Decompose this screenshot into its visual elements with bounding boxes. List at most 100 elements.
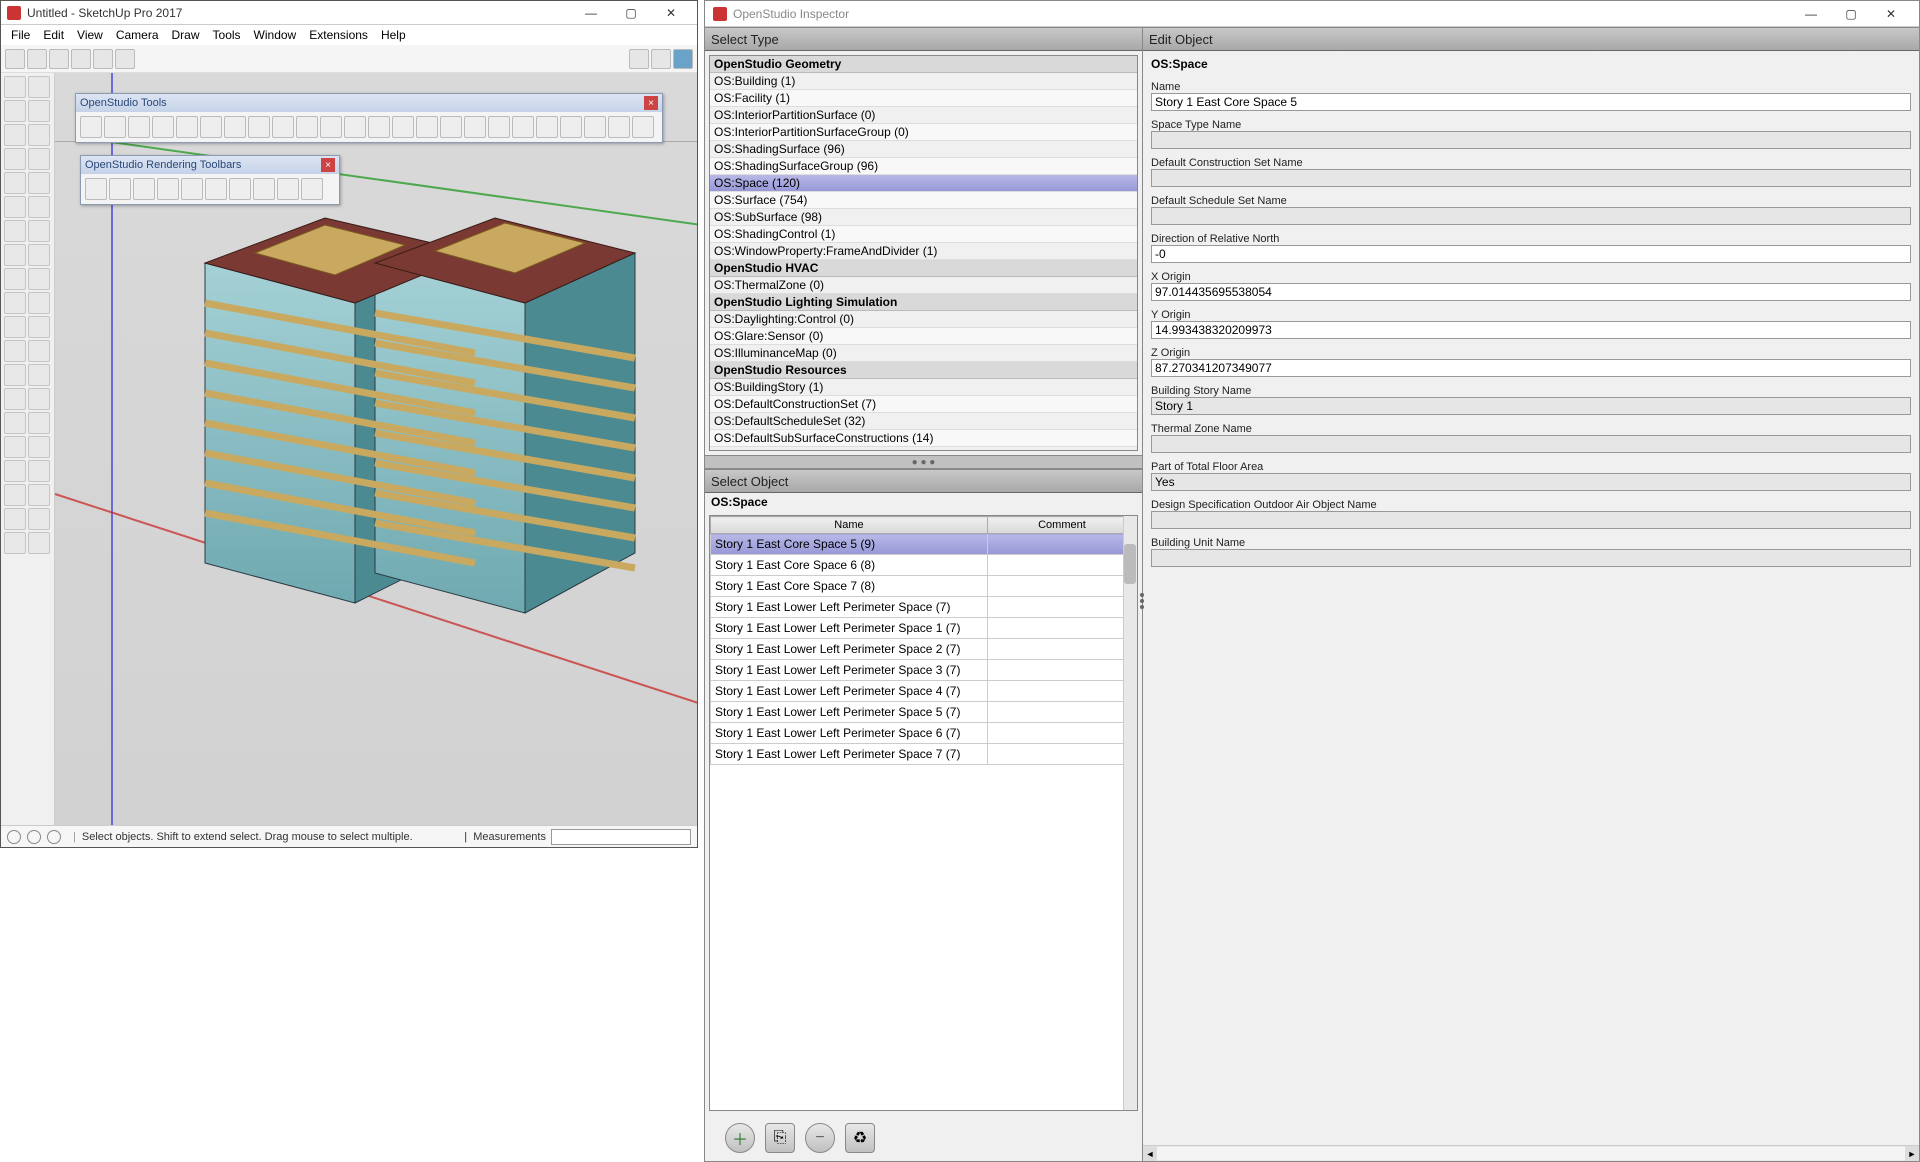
field-input[interactable] [1151,245,1911,263]
table-row[interactable]: Story 1 East Core Space 7 (8) [711,576,1137,597]
field-input[interactable] [1151,473,1911,491]
tool-button[interactable] [4,148,26,170]
tool-button[interactable] [4,292,26,314]
tool-button[interactable] [28,508,50,530]
os-tool-icon[interactable] [392,116,414,138]
os-tool-icon[interactable] [536,116,558,138]
table-row[interactable]: Story 1 East Lower Left Perimeter Space … [711,681,1137,702]
os-render-icon[interactable] [253,178,275,200]
type-item[interactable]: OS:Facility (1) [710,90,1137,107]
os-tool-icon[interactable] [152,116,174,138]
os-render-icon[interactable] [229,178,251,200]
type-item[interactable]: OS:ShadingSurfaceGroup (96) [710,158,1137,175]
os-render-icon[interactable] [181,178,203,200]
col-name[interactable]: Name [711,517,988,534]
tool-button[interactable] [4,124,26,146]
measurements-input[interactable] [551,829,691,845]
os-tool-icon[interactable] [512,116,534,138]
type-item[interactable]: OS:IlluminanceMap (0) [710,345,1137,362]
tool-button[interactable] [28,292,50,314]
close-icon[interactable]: × [644,96,658,110]
maximize-button[interactable]: ▢ [1831,2,1871,26]
type-item[interactable]: OS:DefaultScheduleSet (32) [710,413,1137,430]
type-item[interactable]: OS:DefaultSurfaceConstructions (21) [710,447,1137,451]
minimize-button[interactable]: — [1791,2,1831,26]
os-tool-icon[interactable] [464,116,486,138]
horizontal-scrollbar[interactable]: ◄► [1143,1145,1919,1161]
type-item[interactable]: OS:InteriorPartitionSurfaceGroup (0) [710,124,1137,141]
tool-button[interactable] [28,172,50,194]
type-item[interactable]: OS:DefaultSubSurfaceConstructions (14) [710,430,1137,447]
os-tool-icon[interactable] [584,116,606,138]
tool-button[interactable] [28,244,50,266]
field-input[interactable] [1151,131,1911,149]
scrollbar[interactable] [1123,516,1137,1110]
add-object-button[interactable]: ＋ [725,1123,755,1153]
tool-button[interactable] [4,388,26,410]
field-input[interactable] [1151,169,1911,187]
field-input[interactable] [1151,359,1911,377]
os-render-icon[interactable] [301,178,323,200]
field-input[interactable] [1151,207,1911,225]
os-render-icon[interactable] [109,178,131,200]
viewport[interactable]: OpenStudio Tools× OpenStudio Rendering T… [55,73,697,825]
os-tool-icon[interactable] [224,116,246,138]
table-row[interactable]: Story 1 East Lower Left Perimeter Space … [711,723,1137,744]
close-button[interactable]: ✕ [1871,2,1911,26]
menu-help[interactable]: Help [375,26,412,44]
openstudio-tools-panel[interactable]: OpenStudio Tools× [75,93,663,143]
close-icon[interactable]: × [321,158,335,172]
tool-button[interactable] [28,316,50,338]
tool-button[interactable] [28,268,50,290]
os-tool-icon[interactable] [176,116,198,138]
table-row[interactable]: Story 1 East Lower Left Perimeter Space … [711,702,1137,723]
tool-button[interactable] [4,412,26,434]
tool-button[interactable] [28,364,50,386]
table-row[interactable]: Story 1 East Lower Left Perimeter Space … [711,744,1137,765]
user-icon[interactable] [47,830,61,844]
type-item[interactable]: OS:ShadingControl (1) [710,226,1137,243]
tool-button[interactable] [4,172,26,194]
copy-object-button[interactable]: ⎘ [765,1123,795,1153]
type-item[interactable]: OS:Glare:Sensor (0) [710,328,1137,345]
tool-button[interactable] [28,532,50,554]
menu-file[interactable]: File [5,26,36,44]
os-render-icon[interactable] [157,178,179,200]
help-icon[interactable] [7,830,21,844]
tool-button[interactable] [4,508,26,530]
tb-globe-icon[interactable] [673,49,693,69]
tool-button[interactable] [4,76,26,98]
field-input[interactable] [1151,511,1911,529]
type-item[interactable]: OS:ShadingSurface (96) [710,141,1137,158]
tool-button[interactable] [28,412,50,434]
tb-back-icon[interactable] [93,49,113,69]
os-tool-icon[interactable] [632,116,654,138]
object-table[interactable]: Name Comment Story 1 East Core Space 5 (… [709,515,1138,1111]
type-item[interactable]: OS:Building (1) [710,73,1137,90]
tool-button[interactable] [4,196,26,218]
os-tool-icon[interactable] [272,116,294,138]
field-input[interactable] [1151,435,1911,453]
table-row[interactable]: Story 1 East Lower Left Perimeter Space … [711,660,1137,681]
os-tool-icon[interactable] [80,116,102,138]
menu-tools[interactable]: Tools [207,26,247,44]
os-tool-icon[interactable] [200,116,222,138]
os-tool-icon[interactable] [128,116,150,138]
table-row[interactable]: Story 1 East Lower Left Perimeter Space … [711,639,1137,660]
os-tool-icon[interactable] [104,116,126,138]
os-tool-icon[interactable] [296,116,318,138]
os-tool-icon[interactable] [488,116,510,138]
tb-front-icon[interactable] [71,49,91,69]
type-list[interactable]: OpenStudio GeometryOS:Building (1)OS:Fac… [709,55,1138,451]
type-item[interactable]: OS:SubSurface (98) [710,209,1137,226]
menu-camera[interactable]: Camera [110,26,165,44]
os-tool-icon[interactable] [440,116,462,138]
table-row[interactable]: Story 1 East Lower Left Perimeter Space … [711,618,1137,639]
building-model[interactable] [175,203,655,643]
os-tool-icon[interactable] [320,116,342,138]
close-button[interactable]: ✕ [651,1,691,25]
menu-view[interactable]: View [71,26,109,44]
maximize-button[interactable]: ▢ [611,1,651,25]
tool-button[interactable] [4,436,26,458]
tool-button[interactable] [28,436,50,458]
